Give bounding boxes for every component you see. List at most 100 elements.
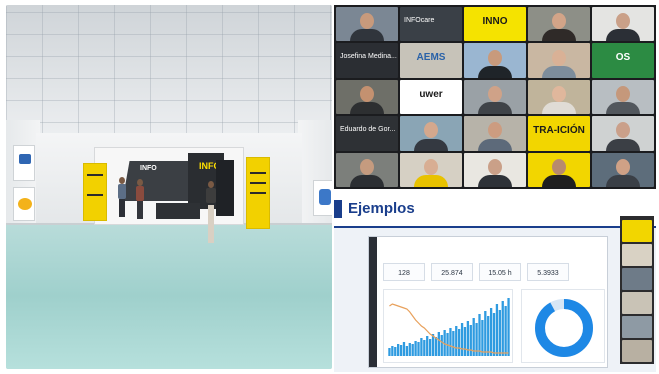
slide-header: Ejemplos	[334, 192, 656, 228]
chart-bar	[420, 338, 423, 356]
avatar-head	[137, 179, 143, 186]
participant-video-tile[interactable]	[528, 7, 590, 42]
logo-icon	[19, 154, 31, 164]
chart-bar	[484, 311, 487, 356]
chart-bar	[498, 310, 501, 356]
participant-video-tile[interactable]	[592, 7, 654, 42]
virtual-venue-view[interactable]: INFO INFO	[6, 5, 332, 369]
participant-body	[350, 29, 384, 42]
banner-stripe	[87, 174, 103, 176]
participant-video-tile[interactable]	[400, 116, 462, 151]
kpi-value: 128	[398, 270, 410, 277]
chart-bar	[455, 326, 458, 356]
chart-bar	[402, 342, 406, 356]
chart-bar	[388, 348, 391, 356]
roll-up-banner-dark[interactable]	[216, 160, 234, 216]
stand-brand-text: INFO	[140, 165, 157, 172]
participant-video-tile[interactable]	[528, 43, 590, 78]
participant-video-tile[interactable]	[336, 152, 398, 187]
participant-video-tile[interactable]	[592, 79, 654, 115]
participant-video-tile[interactable]	[528, 152, 590, 187]
chart-bar	[417, 342, 420, 356]
participant-face	[360, 13, 374, 30]
participant-name-label: INFOcare	[404, 17, 435, 24]
participant-thumbnails-strip	[620, 216, 654, 364]
chart-bar	[460, 323, 464, 356]
participant-video-tile[interactable]: TRA-ICIÓN	[528, 116, 590, 151]
kpi-value: 15.05 h	[488, 270, 512, 277]
wall-logo-left-top[interactable]	[13, 145, 35, 181]
participant-body	[350, 175, 384, 187]
participant-thumbnail[interactable]	[622, 220, 652, 242]
participant-thumbnail[interactable]	[622, 316, 652, 338]
bar-line-chart	[383, 289, 513, 363]
participant-video-tile[interactable]: OS	[592, 43, 654, 78]
venue-right-wall	[298, 120, 332, 235]
chart-bar	[501, 301, 504, 356]
participant-video-tile[interactable]: Josefina Medina...	[336, 43, 398, 78]
chart-bar	[440, 335, 443, 356]
donut-main-slice	[535, 299, 593, 357]
participant-face	[616, 158, 630, 175]
dashboard-screenshot: 128 25.874 15.05 h 5.3933	[368, 236, 608, 368]
avatar-head	[208, 181, 214, 188]
participant-face	[552, 158, 566, 175]
avatar-legs	[137, 201, 143, 219]
participant-video-tile[interactable]	[464, 43, 526, 78]
participant-video-tile[interactable]	[464, 116, 526, 151]
participant-video-tile[interactable]	[336, 7, 398, 42]
chart-bar	[452, 331, 455, 356]
chart-bar	[394, 347, 397, 356]
kpi-value: 25.874	[441, 270, 463, 277]
participant-video-tile[interactable]	[592, 152, 654, 187]
wall-logo-left-bottom[interactable]	[13, 187, 35, 221]
participant-video-tile[interactable]	[400, 152, 462, 187]
bar-chart-svg	[388, 298, 510, 356]
avatar-torso	[118, 184, 126, 199]
participant-video-tile[interactable]	[592, 116, 654, 151]
wall-logo-right[interactable]	[313, 180, 332, 216]
participant-video-tile[interactable]: INFOcare	[400, 7, 462, 42]
screenshot-frame: INFO INFO INFOcare INNO Josefina Medina...…	[0, 0, 659, 374]
participant-video-tile[interactable]	[464, 152, 526, 187]
chart-bar	[478, 314, 481, 356]
chart-bar	[492, 313, 496, 356]
participant-thumbnail[interactable]	[622, 244, 652, 266]
roll-up-banner-left[interactable]	[83, 163, 107, 221]
participant-video-tile[interactable]	[528, 79, 590, 115]
stand-desk	[156, 203, 200, 219]
presentation-slide: Ejemplos 128 25.874 15.05 h 5.3933	[334, 192, 656, 372]
participant-body	[542, 175, 576, 187]
roll-up-banner-right[interactable]	[246, 157, 270, 229]
participant-body	[414, 138, 448, 151]
participant-video-tile[interactable]	[464, 79, 526, 115]
participant-thumbnail[interactable]	[622, 292, 652, 314]
chart-bar	[414, 341, 417, 356]
participant-face	[424, 158, 438, 175]
participant-body	[606, 102, 640, 115]
participant-body	[606, 175, 640, 187]
participant-face	[616, 85, 630, 102]
participant-video-tile[interactable]: uwer	[400, 79, 462, 115]
participant-video-tile[interactable]: INNO	[464, 7, 526, 42]
participant-face	[488, 49, 502, 66]
participant-body	[478, 138, 512, 151]
participant-body	[542, 102, 576, 115]
avatar-head	[119, 177, 125, 184]
participant-video-tile[interactable]: Eduardo de Gor...	[336, 116, 398, 151]
participant-video-tile[interactable]	[336, 79, 398, 115]
participant-body	[414, 175, 448, 187]
chart-bar	[463, 327, 467, 356]
participant-thumbnail[interactable]	[622, 268, 652, 290]
chart-bar	[495, 304, 499, 356]
participant-face	[552, 85, 566, 102]
participant-thumbnail[interactable]	[622, 340, 652, 362]
participant-body	[350, 102, 384, 115]
kpi-card: 128	[383, 263, 425, 281]
participant-video-tile[interactable]: AEMS	[400, 43, 462, 78]
participant-face	[424, 122, 438, 139]
chart-bar	[481, 320, 484, 356]
avatar-torso	[136, 186, 144, 201]
participant-face	[616, 122, 630, 139]
participant-name-label: Josefina Medina...	[340, 53, 397, 61]
